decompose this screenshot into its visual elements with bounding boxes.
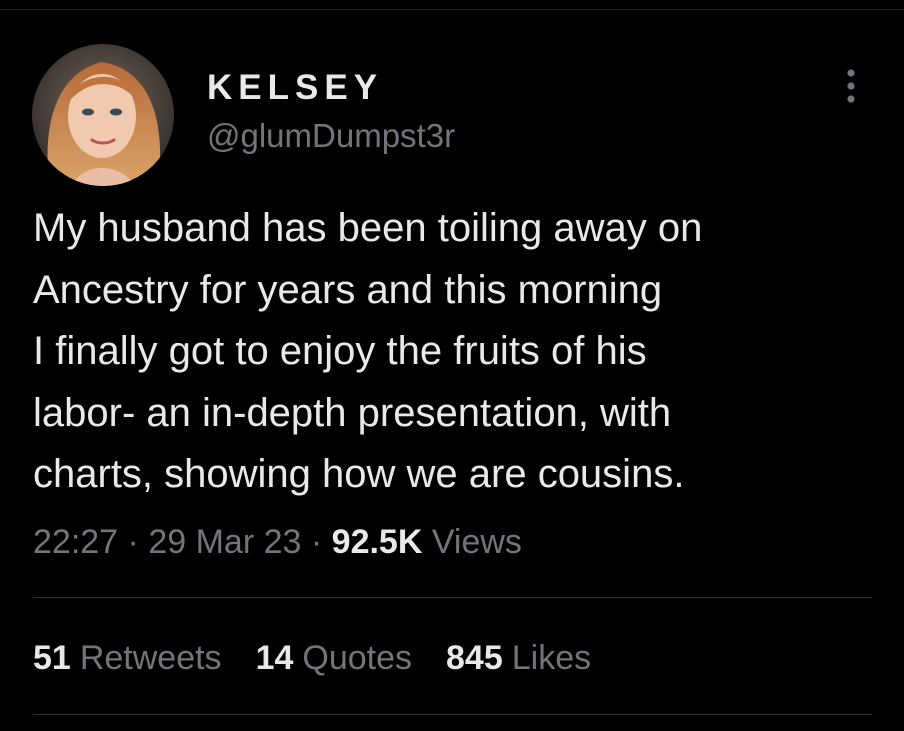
stats-divider xyxy=(33,714,872,715)
likes-stat[interactable]: 845 Likes xyxy=(446,636,591,680)
tweet-text-line: labor- an in-depth presentation, with xyxy=(33,390,672,435)
tweet-meta: 22:27 · 29 Mar 23 · 92.5K Views xyxy=(33,520,522,564)
tweet-text-line: charts, showing how we are cousins. xyxy=(33,452,685,496)
more-options-button[interactable] xyxy=(836,66,866,106)
likes-count: 845 xyxy=(446,639,503,677)
meta-divider xyxy=(33,597,872,598)
tweet: KELSEY @glumDumpst3r My husband has been… xyxy=(0,0,904,731)
quotes-stat[interactable]: 14 Quotes xyxy=(256,636,412,680)
tweet-text-line: Ancestry for years and this morning xyxy=(33,267,663,312)
retweets-label: Retweets xyxy=(79,639,222,677)
meta-separator: · xyxy=(310,523,323,561)
tweet-text-line: My husband has been toiling away on xyxy=(33,206,703,250)
quotes-label: Quotes xyxy=(302,639,413,677)
views-count: 92.5K xyxy=(331,523,423,561)
tweet-text: My husband has been toiling away on Ance… xyxy=(33,198,873,506)
author-handle[interactable]: @glumDumpst3r xyxy=(207,116,455,156)
tweet-time[interactable]: 22:27 xyxy=(33,523,118,561)
views-label: Views xyxy=(431,523,522,561)
more-options-icon xyxy=(847,69,855,103)
retweets-stat[interactable]: 51 Retweets xyxy=(33,636,222,680)
tweet-text-line: I finally got to enjoy the fruits of his xyxy=(33,329,647,373)
profile-photo-icon xyxy=(32,44,174,186)
meta-separator: · xyxy=(127,523,139,561)
likes-label: Likes xyxy=(511,639,592,677)
retweets-count: 51 xyxy=(33,639,71,677)
author-display-name[interactable]: KELSEY xyxy=(207,68,383,108)
avatar[interactable] xyxy=(32,44,174,186)
quotes-count: 14 xyxy=(255,639,294,677)
tweet-date[interactable]: 29 Mar 23 xyxy=(148,523,301,561)
engagement-stats: 51 Retweets 14 Quotes 845 Likes xyxy=(33,636,625,680)
